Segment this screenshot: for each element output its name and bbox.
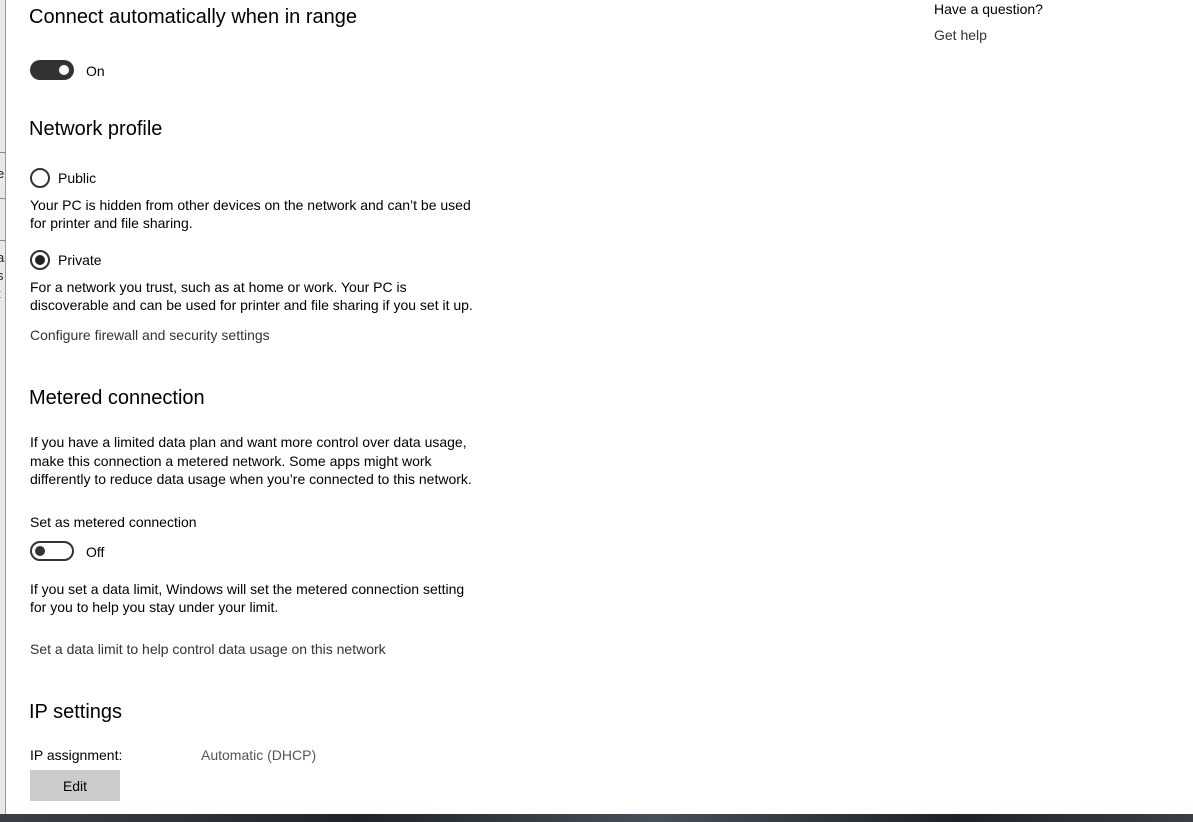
auto-connect-heading: Connect automatically when in range (29, 6, 357, 28)
data-limit-description-line: for you to help you stay under your limi… (30, 599, 279, 615)
radio-selected-dot (35, 255, 45, 265)
ip-assignment-value: Automatic (DHCP) (201, 747, 317, 763)
background-glyph: s (0, 268, 4, 283)
auto-connect-toggle[interactable] (30, 60, 74, 80)
desktop-background (0, 814, 1193, 822)
ip-assignment-label: IP assignment: (30, 747, 123, 763)
private-radio-label[interactable]: Private (58, 251, 102, 269)
metered-toggle-label: Set as metered connection (30, 514, 197, 530)
metered-connection-heading: Metered connection (29, 387, 205, 409)
ip-settings-heading: IP settings (29, 701, 123, 723)
settings-window: Connect automatically when in range On N… (6, 0, 1193, 814)
public-description-line: Your PC is hidden from other devices on … (30, 197, 471, 213)
edit-ip-button[interactable]: Edit (30, 770, 120, 801)
metered-description-line: differently to reduce data usage when yo… (30, 471, 472, 487)
help-question: Have a question? (934, 1, 1043, 17)
background-glyph: e (0, 166, 5, 181)
set-data-limit-link[interactable]: Set a data limit to help control data us… (30, 641, 386, 657)
public-radio-label[interactable]: Public (58, 169, 96, 187)
metered-description-line: If you have a limited data plan and want… (30, 434, 467, 450)
toggle-knob (59, 65, 69, 75)
metered-connection-toggle[interactable] (30, 541, 74, 561)
network-profile-heading: Network profile (29, 118, 163, 140)
data-limit-description-line: If you set a data limit, Windows will se… (30, 581, 465, 597)
toggle-knob (35, 546, 45, 556)
public-description-line: for printer and file sharing. (30, 215, 193, 231)
private-radio[interactable] (30, 250, 50, 270)
configure-firewall-link[interactable]: Configure firewall and security settings (30, 327, 270, 343)
background-glyph: a (0, 250, 5, 265)
private-description-line: discoverable and can be used for printer… (30, 297, 473, 313)
background-glyph: t (0, 286, 1, 301)
get-help-link[interactable]: Get help (934, 27, 987, 43)
metered-toggle-state: Off (86, 544, 105, 560)
metered-description-line: make this connection a metered network. … (30, 453, 432, 469)
public-radio[interactable] (30, 168, 50, 188)
private-description-line: For a network you trust, such as at home… (30, 279, 407, 295)
auto-connect-toggle-state: On (86, 63, 105, 79)
